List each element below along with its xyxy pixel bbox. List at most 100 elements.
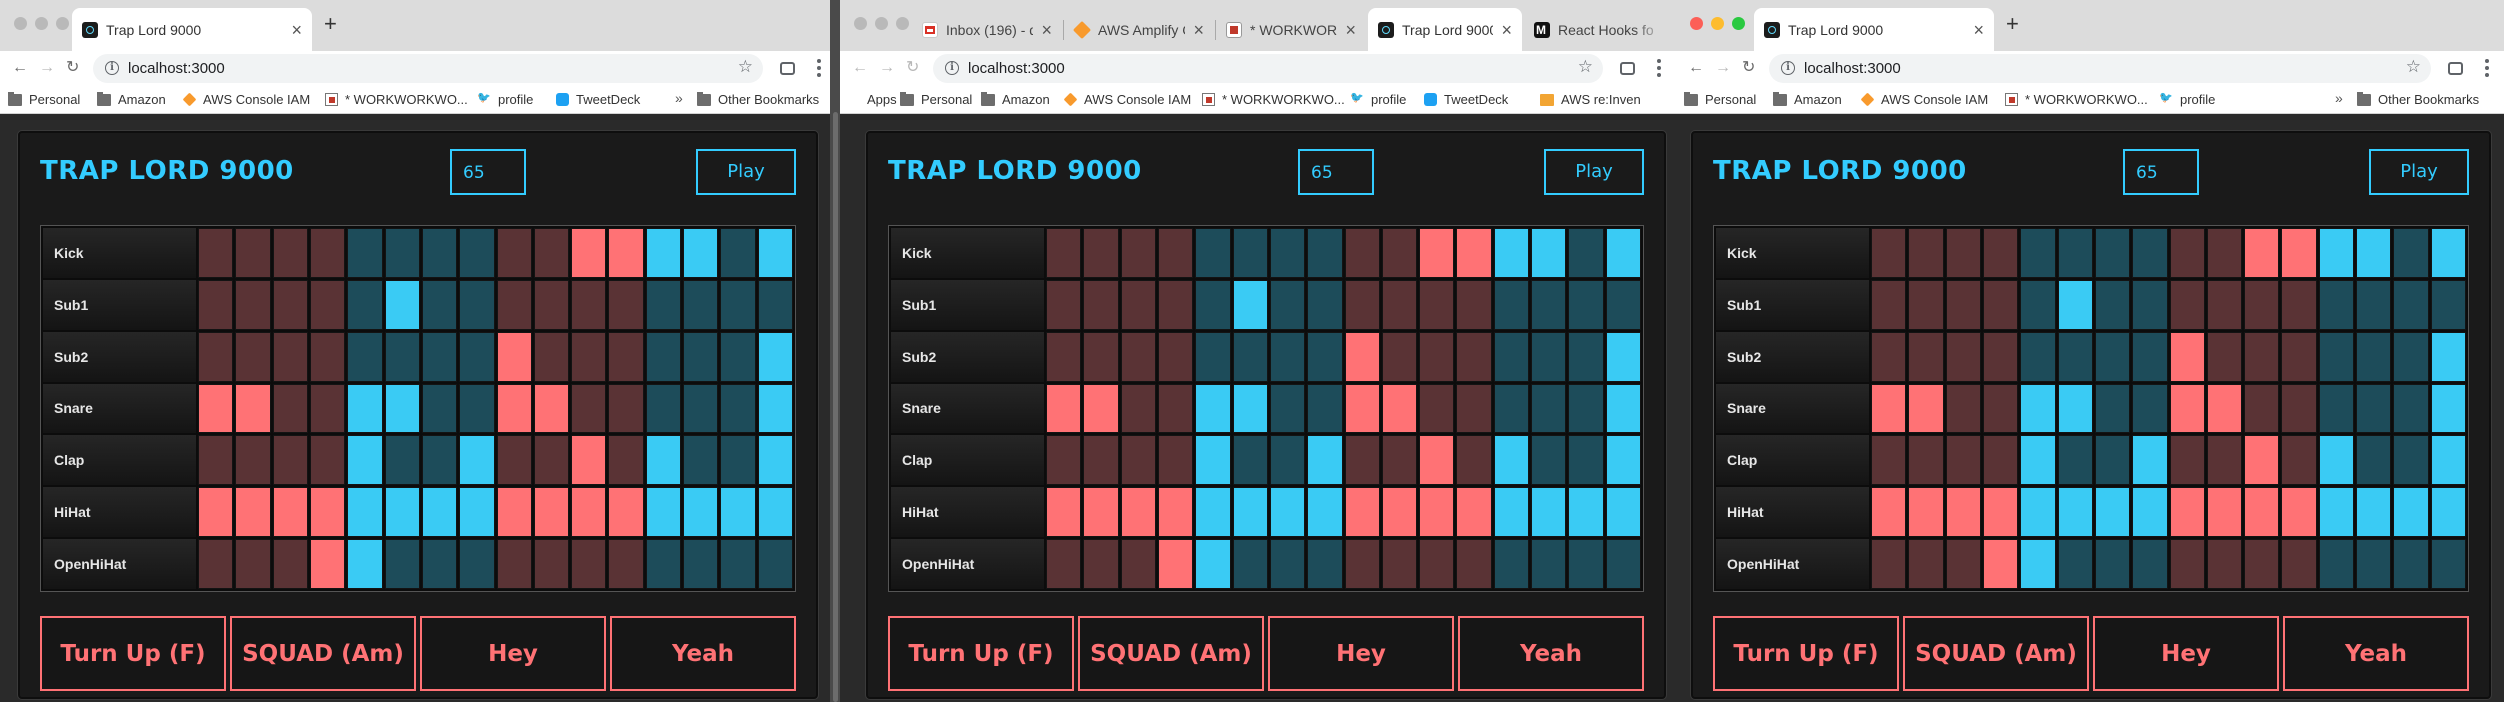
step-sub2-13[interactable] bbox=[645, 331, 682, 382]
step-clap-3[interactable] bbox=[272, 435, 308, 486]
close-tab-icon[interactable]: × bbox=[1193, 21, 1204, 39]
minimize-window-button[interactable] bbox=[35, 17, 48, 30]
step-hihat-12[interactable] bbox=[1456, 487, 1492, 538]
step-clap-2[interactable] bbox=[1083, 435, 1119, 486]
zoom-window-button[interactable] bbox=[56, 17, 69, 30]
reload-icon[interactable]: ↻ bbox=[1742, 57, 1755, 79]
step-sub2-11[interactable] bbox=[2244, 331, 2280, 382]
step-hihat-5[interactable] bbox=[347, 487, 383, 538]
step-snare-10[interactable] bbox=[1381, 383, 1418, 434]
step-sub1-10[interactable] bbox=[533, 279, 570, 330]
bookmark-apps[interactable]: Apps bbox=[848, 92, 897, 198]
step-kick-10[interactable] bbox=[533, 228, 570, 278]
step-clap-7[interactable] bbox=[2094, 435, 2131, 486]
step-clap-8[interactable] bbox=[2132, 435, 2168, 486]
step-hihat-1[interactable] bbox=[1046, 487, 1082, 538]
step-clap-9[interactable] bbox=[1344, 435, 1380, 486]
step-hihat-16[interactable] bbox=[2430, 487, 2466, 538]
step-openhihat-14[interactable] bbox=[1531, 539, 1567, 589]
step-sub2-2[interactable] bbox=[235, 331, 271, 382]
step-clap-12[interactable] bbox=[2281, 435, 2317, 486]
step-clap-13[interactable] bbox=[645, 435, 682, 486]
step-kick-4[interactable] bbox=[1157, 228, 1194, 278]
step-kick-8[interactable] bbox=[2132, 228, 2168, 278]
step-sub1-1[interactable] bbox=[1046, 279, 1082, 330]
step-snare-1[interactable] bbox=[1871, 383, 1907, 434]
step-openhihat-4[interactable] bbox=[309, 539, 346, 589]
step-clap-2[interactable] bbox=[1908, 435, 1944, 486]
step-openhihat-10[interactable] bbox=[1381, 539, 1418, 589]
step-clap-15[interactable] bbox=[1568, 435, 1604, 486]
step-sub2-3[interactable] bbox=[1945, 331, 1981, 382]
step-sub1-11[interactable] bbox=[1419, 279, 1455, 330]
extension-icon[interactable] bbox=[2448, 62, 2463, 75]
step-kick-9[interactable] bbox=[2169, 228, 2205, 278]
step-sub2-8[interactable] bbox=[1307, 331, 1343, 382]
step-openhihat-7[interactable] bbox=[2094, 539, 2131, 589]
step-sub2-6[interactable] bbox=[384, 331, 420, 382]
step-hihat-4[interactable] bbox=[1982, 487, 2019, 538]
step-clap-9[interactable] bbox=[2169, 435, 2205, 486]
step-snare-6[interactable] bbox=[1232, 383, 1268, 434]
step-sub1-9[interactable] bbox=[496, 279, 532, 330]
play-button[interactable]: Play bbox=[2369, 149, 2469, 195]
step-clap-6[interactable] bbox=[1232, 435, 1268, 486]
play-button[interactable]: Play bbox=[696, 149, 796, 195]
step-openhihat-9[interactable] bbox=[2169, 539, 2205, 589]
forward-icon[interactable]: → bbox=[1715, 57, 1731, 79]
step-sub2-14[interactable] bbox=[1531, 331, 1567, 382]
step-snare-13[interactable] bbox=[645, 383, 682, 434]
step-sub2-3[interactable] bbox=[1120, 331, 1156, 382]
step-sub1-10[interactable] bbox=[2206, 279, 2243, 330]
step-sub1-12[interactable] bbox=[2281, 279, 2317, 330]
step-snare-4[interactable] bbox=[1982, 383, 2019, 434]
step-snare-3[interactable] bbox=[272, 383, 308, 434]
step-hihat-3[interactable] bbox=[1945, 487, 1981, 538]
step-hihat-15[interactable] bbox=[720, 487, 756, 538]
step-snare-9[interactable] bbox=[1344, 383, 1380, 434]
step-openhihat-7[interactable] bbox=[421, 539, 458, 589]
step-openhihat-1[interactable] bbox=[1871, 539, 1907, 589]
sample-pad-2[interactable]: SQUAD (Am) bbox=[230, 616, 416, 691]
step-sub2-12[interactable] bbox=[1456, 331, 1492, 382]
step-openhihat-5[interactable] bbox=[2020, 539, 2056, 589]
close-tab-icon[interactable]: × bbox=[291, 21, 302, 39]
step-hihat-1[interactable] bbox=[198, 487, 234, 538]
step-sub2-12[interactable] bbox=[2281, 331, 2317, 382]
step-hihat-12[interactable] bbox=[608, 487, 644, 538]
step-kick-11[interactable] bbox=[2244, 228, 2280, 278]
play-button[interactable]: Play bbox=[1544, 149, 1644, 195]
step-kick-2[interactable] bbox=[235, 228, 271, 278]
step-sub1-9[interactable] bbox=[2169, 279, 2205, 330]
step-hihat-4[interactable] bbox=[309, 487, 346, 538]
step-openhihat-12[interactable] bbox=[608, 539, 644, 589]
step-sub1-13[interactable] bbox=[645, 279, 682, 330]
step-clap-2[interactable] bbox=[235, 435, 271, 486]
chrome-menu-icon[interactable] bbox=[2485, 59, 2489, 77]
sample-pad-1[interactable]: Turn Up (F) bbox=[40, 616, 226, 691]
step-sub2-7[interactable] bbox=[1269, 331, 1306, 382]
chrome-menu-icon[interactable] bbox=[817, 59, 821, 77]
step-clap-12[interactable] bbox=[608, 435, 644, 486]
step-sub2-4[interactable] bbox=[309, 331, 346, 382]
bookmark-aws-reinvent[interactable]: AWS re:Inven bbox=[1540, 92, 1641, 107]
step-kick-16[interactable] bbox=[1605, 228, 1641, 278]
step-sub1-4[interactable] bbox=[1157, 279, 1194, 330]
back-icon[interactable]: ← bbox=[12, 57, 28, 79]
step-sub2-5[interactable] bbox=[2020, 331, 2056, 382]
close-window-button[interactable] bbox=[1690, 17, 1703, 30]
step-clap-5[interactable] bbox=[1195, 435, 1231, 486]
step-snare-1[interactable] bbox=[1046, 383, 1082, 434]
step-snare-13[interactable] bbox=[1493, 383, 1530, 434]
step-sub1-12[interactable] bbox=[1456, 279, 1492, 330]
step-sub2-12[interactable] bbox=[608, 331, 644, 382]
tab-react-hooks[interactable]: React Hooks fo bbox=[1524, 8, 1676, 51]
step-clap-3[interactable] bbox=[1945, 435, 1981, 486]
bookmark-aws-console-iam[interactable]: AWS Console IAM bbox=[1860, 92, 1988, 107]
step-openhihat-6[interactable] bbox=[1232, 539, 1268, 589]
step-clap-10[interactable] bbox=[533, 435, 570, 486]
step-kick-13[interactable] bbox=[1493, 228, 1530, 278]
step-sub2-13[interactable] bbox=[2318, 331, 2355, 382]
step-openhihat-1[interactable] bbox=[1046, 539, 1082, 589]
step-openhihat-15[interactable] bbox=[1568, 539, 1604, 589]
